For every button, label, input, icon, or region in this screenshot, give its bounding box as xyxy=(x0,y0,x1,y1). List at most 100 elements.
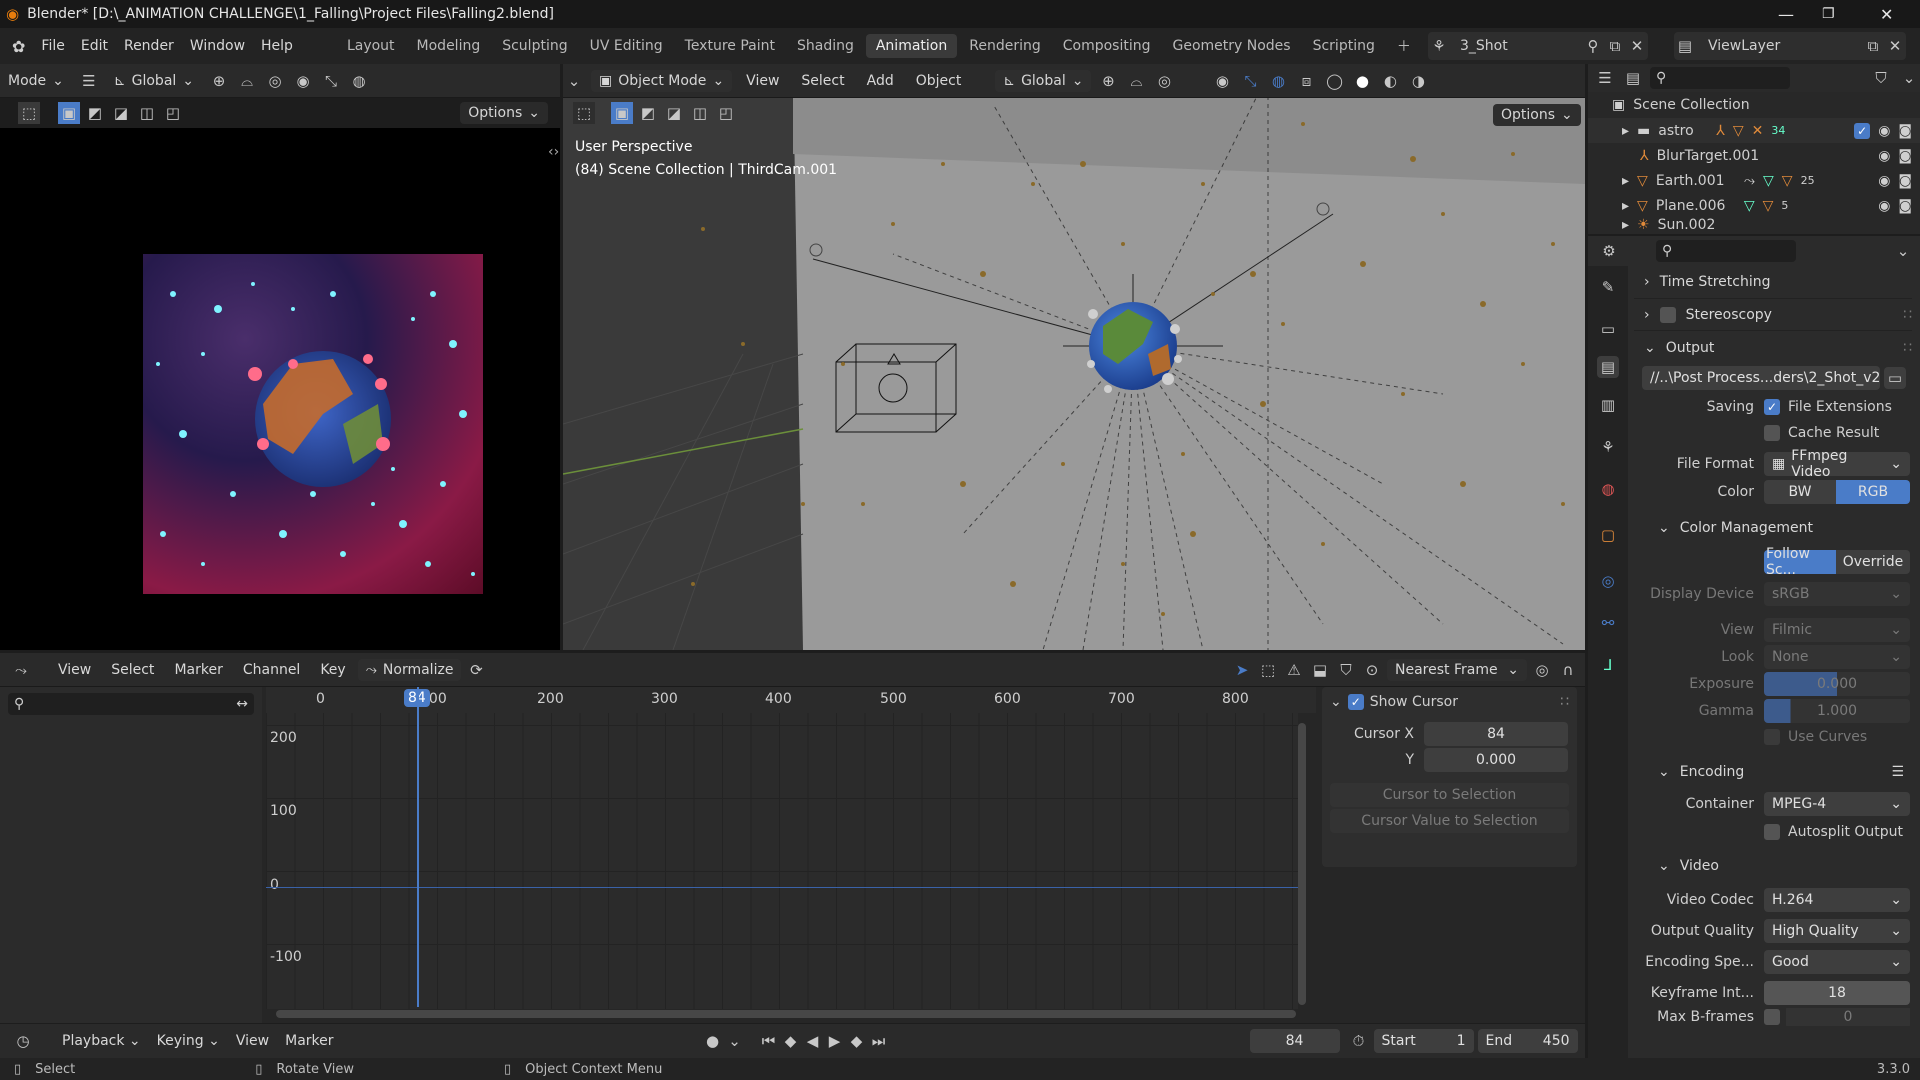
scene-selector[interactable]: ⚘ 3_Shot ⚲ ⧉ ✕ xyxy=(1428,32,1648,60)
playhead-line[interactable] xyxy=(417,687,419,1007)
viewport-select-invert-icon[interactable]: ◫ xyxy=(689,102,711,124)
hamburger-icon[interactable]: ☰ xyxy=(78,70,100,92)
color-management-section[interactable]: ⌄ Color Management xyxy=(1634,510,1912,546)
menu-render[interactable]: Render xyxy=(116,38,182,54)
shading-material-icon[interactable]: ◐ xyxy=(1379,70,1401,92)
cursor-y-field[interactable]: 0.000 xyxy=(1424,748,1568,772)
select-tool-icon[interactable]: ⬚ xyxy=(18,102,40,124)
cursor-value-to-selection-button[interactable]: Cursor Value to Selection xyxy=(1330,809,1569,833)
viewport-proportional-icon[interactable]: ◎ xyxy=(1153,70,1175,92)
play-reverse-icon[interactable]: ◀ xyxy=(802,1030,824,1052)
video-codec-dropdown[interactable]: H.264 ⌄ xyxy=(1764,887,1910,912)
view-layer-selector[interactable]: ▤ ViewLayer ⧉ ✕ xyxy=(1674,32,1906,60)
visibility-icon[interactable]: ◉ xyxy=(292,70,314,92)
time-stretching-section[interactable]: › Time Stretching xyxy=(1634,266,1912,298)
outliner-item-earth[interactable]: ▸ ▽ Earth.001 ⤳ ▽ ▽ 25 ◉ ◙ xyxy=(1588,168,1920,193)
scene-collection-row[interactable]: ▣ Scene Collection xyxy=(1588,92,1920,118)
current-frame-field[interactable]: 84 xyxy=(1249,1029,1340,1053)
tab-texture-paint[interactable]: Texture Paint xyxy=(675,34,785,58)
camera-render-icon[interactable]: ◙ xyxy=(1898,198,1912,214)
outliner-item-sun[interactable]: ▸ ☀ Sun.002 xyxy=(1588,218,1920,232)
cursor-to-selection-button[interactable]: Cursor to Selection xyxy=(1330,783,1569,807)
look-dropdown[interactable]: None ⌄ xyxy=(1764,644,1910,669)
jump-end-icon[interactable]: ⏭ xyxy=(868,1030,890,1052)
video-section[interactable]: ⌄ Video xyxy=(1634,848,1912,884)
viewport-overlay-icon[interactable]: ◍ xyxy=(1267,70,1289,92)
tab-sculpting[interactable]: Sculpting xyxy=(492,34,577,58)
show-cursor-checkbox[interactable]: ✓ xyxy=(1347,694,1364,710)
viewport-menu-add[interactable]: Add xyxy=(859,73,902,89)
select-mode-invert-icon[interactable]: ◫ xyxy=(136,102,158,124)
output-section[interactable]: ⌄ Output ∷ xyxy=(1634,330,1912,364)
object-tab-icon[interactable]: ▢ xyxy=(1597,524,1619,546)
folder-icon[interactable]: ▭ xyxy=(1884,367,1906,389)
autosplit-checkbox[interactable] xyxy=(1764,824,1780,840)
pin-icon[interactable]: ⚲ xyxy=(1582,35,1604,57)
start-frame-field[interactable]: Start 1 xyxy=(1373,1029,1474,1053)
properties-search[interactable]: ⚲ xyxy=(1656,240,1796,262)
eye-icon[interactable]: ◉ xyxy=(1878,198,1890,214)
panel-drag-icon[interactable]: ∷ xyxy=(1560,694,1569,710)
view-transform-dropdown[interactable]: Filmic ⌄ xyxy=(1764,617,1910,642)
tab-animation[interactable]: Animation xyxy=(865,34,958,58)
exclude-checkbox[interactable]: ✓ xyxy=(1854,122,1871,139)
select-mode-subtract-icon[interactable]: ◪ xyxy=(110,102,132,124)
pivot-icon[interactable]: ⊕ xyxy=(208,70,230,92)
max-bframes-field[interactable]: 0 xyxy=(1786,1008,1910,1026)
tab-scripting[interactable]: Scripting xyxy=(1303,34,1385,58)
viewport-options-button[interactable]: Options ⌄ xyxy=(1493,104,1581,126)
graph-area[interactable]: 200 100 0 -100 xyxy=(266,687,1298,1009)
constraints-tab-icon[interactable]: ⚯ xyxy=(1597,612,1619,634)
outliner-type-icon[interactable]: ☰ xyxy=(1594,67,1616,89)
snap-icon[interactable]: ⌓ xyxy=(236,70,258,92)
outliner-item-blurtarget[interactable]: ⅄ BlurTarget.001 ◉ ◙ xyxy=(1588,143,1920,168)
cache-result-checkbox[interactable] xyxy=(1764,425,1780,441)
viewport-transform-dropdown[interactable]: ⊾ Global ⌄ xyxy=(995,69,1092,92)
expand-icon[interactable]: ▸ xyxy=(1622,123,1629,139)
snap-mode-dropdown[interactable]: Nearest Frame ⌄ xyxy=(1387,658,1527,681)
output-path-field[interactable]: //..\Post Process...ders\2_Shot_v2_ xyxy=(1642,366,1880,390)
delete-scene-icon[interactable]: ✕ xyxy=(1626,35,1648,57)
auto-key-icon[interactable]: ● xyxy=(702,1030,724,1052)
color-rgb-button[interactable]: RGB xyxy=(1836,480,1910,504)
properties-type-icon[interactable]: ⚙ xyxy=(1598,240,1620,262)
only-selected-icon[interactable]: ➤ xyxy=(1231,659,1253,681)
gizmo-icon[interactable]: ⤡ xyxy=(320,70,342,92)
left-options-button[interactable]: Options ⌄ xyxy=(460,102,548,124)
viewport-gizmo-icon[interactable]: ⤡ xyxy=(1239,70,1261,92)
shading-rendered-icon[interactable]: ◑ xyxy=(1407,70,1429,92)
viewport-menu-object[interactable]: Object xyxy=(908,73,970,89)
blender-menu-icon[interactable]: ✿ xyxy=(12,37,25,56)
camera-render-icon[interactable]: ◙ xyxy=(1898,148,1912,164)
object-mode-dropdown[interactable]: ▣ Object Mode ⌄ xyxy=(591,69,733,92)
expand-icon[interactable]: ▸ xyxy=(1622,218,1629,232)
next-keyframe-icon[interactable]: ◆ xyxy=(846,1030,868,1052)
outliner-item-plane[interactable]: ▸ ▽ Plane.006 ▽ ▽ 5 ◉ ◙ xyxy=(1588,193,1920,218)
menu-window[interactable]: Window xyxy=(182,38,253,54)
shading-solid-icon[interactable]: ● xyxy=(1351,70,1373,92)
view-layer-tab-icon[interactable]: ▥ xyxy=(1597,394,1619,416)
new-view-layer-icon[interactable]: ⧉ xyxy=(1862,35,1884,57)
timeline-playback-menu[interactable]: Playback ⌄ xyxy=(54,1033,149,1049)
add-workspace-icon[interactable]: ＋ xyxy=(1387,32,1421,60)
end-frame-field[interactable]: End 450 xyxy=(1477,1029,1578,1053)
graph-menu-view[interactable]: View xyxy=(50,662,99,678)
tool-tab-icon[interactable]: ✎ xyxy=(1597,276,1619,298)
cursor-x-field[interactable]: 84 xyxy=(1424,722,1568,746)
viewport-menu-view[interactable]: View xyxy=(738,73,787,89)
frame-ruler[interactable]: 0 100 200 300 400 500 600 700 800 84 xyxy=(266,687,1316,713)
keying-set-icon[interactable]: ⌄ xyxy=(724,1030,746,1052)
new-scene-icon[interactable]: ⧉ xyxy=(1604,35,1626,57)
encoding-speed-dropdown[interactable]: Good ⌄ xyxy=(1764,949,1910,974)
preview-range-icon[interactable]: ⏱ xyxy=(1348,1030,1370,1052)
tab-rendering[interactable]: Rendering xyxy=(959,34,1051,58)
close-window-icon[interactable]: ✕ xyxy=(1880,5,1893,24)
render-tab-icon[interactable]: ▭ xyxy=(1597,318,1619,340)
ghost-icon[interactable]: ⬓ xyxy=(1309,659,1331,681)
tab-geometry-nodes[interactable]: Geometry Nodes xyxy=(1163,34,1301,58)
timeline-keying-menu[interactable]: Keying ⌄ xyxy=(149,1033,228,1049)
tab-layout[interactable]: Layout xyxy=(337,34,405,58)
timeline-view-menu[interactable]: View xyxy=(228,1033,277,1049)
viewport-select-subtract-icon[interactable]: ◪ xyxy=(663,102,685,124)
graph-menu-channel[interactable]: Channel xyxy=(235,662,308,678)
